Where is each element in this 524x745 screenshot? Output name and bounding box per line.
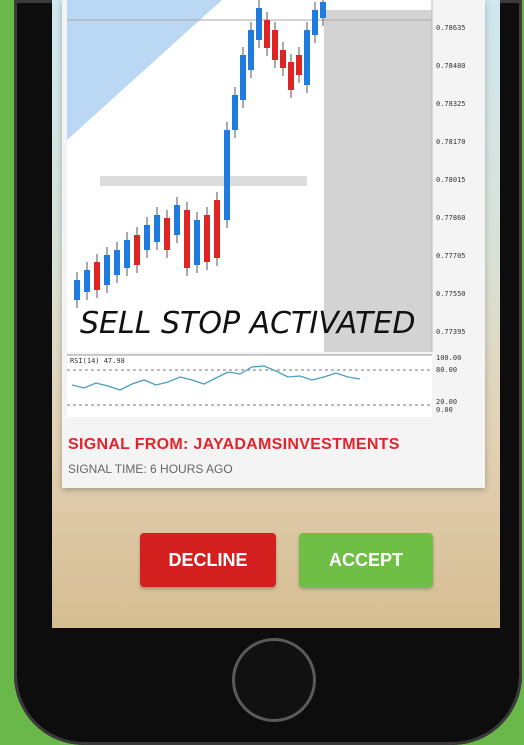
- candle-body: [174, 205, 180, 235]
- candle-body: [232, 95, 238, 130]
- candle-body: [312, 10, 318, 35]
- price-chart: 0.78635 0.78480 0.78325 0.78170 0.78015 0.778…: [62, 0, 485, 430]
- price-labels-group: 0.78635 0.78480 0.78325 0.78170 0.78015 0.778…: [436, 24, 466, 336]
- rsi-tick-label: 20.00: [436, 398, 457, 406]
- sell-stop-activated-label: SELL STOP ACTIVATED: [80, 306, 415, 341]
- candle-body: [94, 262, 100, 290]
- candle-body: [114, 250, 120, 275]
- signal-from-text: SIGNAL FROM: JAYADAMSINVESTMENTS: [68, 436, 400, 453]
- candle-body: [248, 30, 254, 70]
- price-tick-label: 0.78170: [436, 138, 466, 146]
- price-tick-label: 0.78325: [436, 100, 466, 108]
- chart-svg: 0.78635 0.78480 0.78325 0.78170 0.78015 0.778…: [67, 0, 466, 417]
- candle-body: [280, 50, 286, 68]
- shaded-region: [324, 10, 432, 352]
- price-tick-label: 0.78480: [436, 62, 466, 70]
- rsi-tick-label: 0.00: [436, 406, 453, 414]
- candle-body: [256, 8, 262, 40]
- signal-time-text: SIGNAL TIME: 6 HOURS AGO: [68, 462, 233, 476]
- candle-body: [240, 55, 246, 100]
- candle-body: [164, 218, 170, 250]
- candle-body: [134, 235, 140, 265]
- candle-body: [184, 210, 190, 268]
- price-tick-label: 0.77860: [436, 214, 466, 222]
- candle-body: [104, 255, 110, 285]
- phone-screen: 0.78635 0.78480 0.78325 0.78170 0.78015 0.778…: [52, 0, 500, 628]
- candle-body: [204, 215, 210, 262]
- candle-body: [144, 225, 150, 250]
- signal-card: 0.78635 0.78480 0.78325 0.78170 0.78015 0.778…: [62, 0, 485, 488]
- sell-stop-zone: [100, 176, 307, 186]
- rsi-tick-label: 80.00: [436, 366, 457, 374]
- price-tick-label: 0.77705: [436, 252, 466, 260]
- rsi-label: RSI(14) 47.98: [70, 357, 125, 365]
- candle-body: [224, 130, 230, 220]
- price-tick-label: 0.77395: [436, 328, 466, 336]
- candle-body: [74, 280, 80, 300]
- candle-body: [296, 55, 302, 75]
- home-button[interactable]: [232, 638, 316, 722]
- candle-body: [84, 270, 90, 292]
- rsi-levels-group: 100.00 80.00 20.000.00: [436, 354, 461, 414]
- price-tick-label: 0.78015: [436, 176, 466, 184]
- candle-body: [320, 2, 326, 18]
- accept-button[interactable]: ACCEPT: [299, 533, 433, 587]
- decline-button[interactable]: DECLINE: [140, 533, 276, 587]
- price-tick-label: 0.78635: [436, 24, 466, 32]
- candle-body: [264, 20, 270, 48]
- candle-body: [272, 30, 278, 60]
- candle-body: [194, 220, 200, 265]
- candle-body: [154, 215, 160, 242]
- candle-body: [288, 62, 294, 90]
- rsi-tick-label: 100.00: [436, 354, 461, 362]
- candle-body: [304, 30, 310, 85]
- price-tick-label: 0.77550: [436, 290, 466, 298]
- candle-body: [214, 200, 220, 258]
- phone-frame: 0.78635 0.78480 0.78325 0.78170 0.78015 0.778…: [14, 0, 522, 745]
- candle-body: [124, 240, 130, 268]
- background-edge: [0, 0, 14, 745]
